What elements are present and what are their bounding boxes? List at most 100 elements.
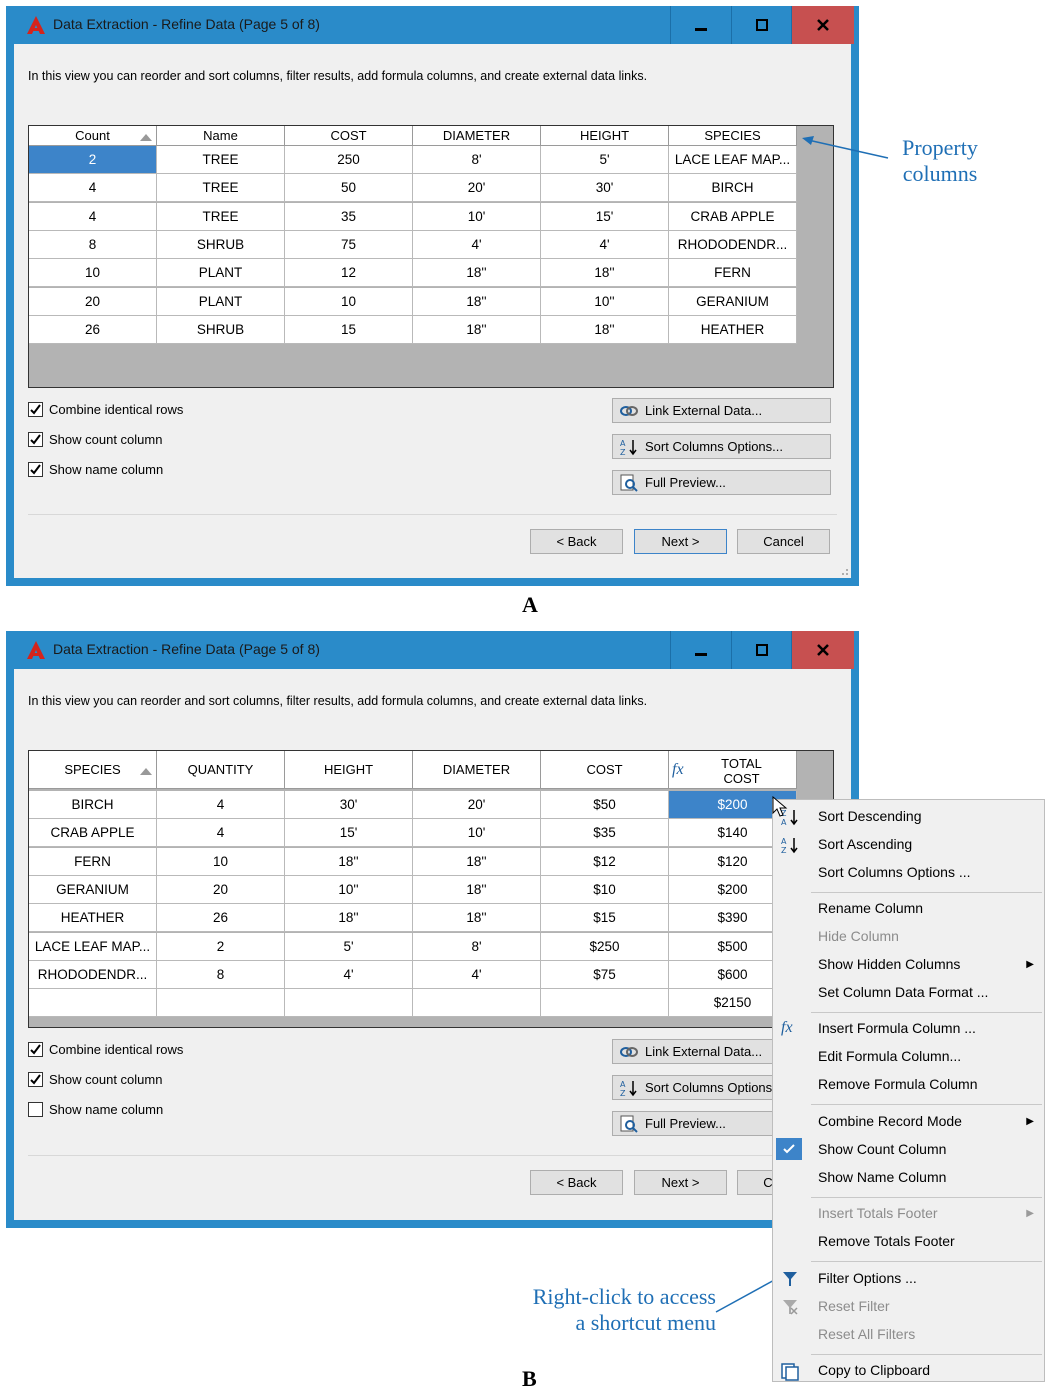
menu-item[interactable]: Rename Column (818, 900, 923, 916)
table-cell[interactable]: $10 (541, 875, 669, 904)
checkbox[interactable] (28, 432, 43, 447)
cancel-button[interactable]: Cancel (737, 529, 830, 554)
column-header[interactable]: HEIGHT (541, 126, 669, 146)
menu-item[interactable]: Remove Totals Footer (818, 1233, 955, 1249)
minimize-button[interactable] (670, 631, 731, 669)
checkbox[interactable] (28, 1072, 43, 1087)
menu-item[interactable]: Insert Totals Footer (818, 1205, 938, 1221)
table-cell[interactable]: 8 (29, 230, 157, 259)
checkbox-combine-rows[interactable]: Combine identical rows (28, 1042, 183, 1057)
table-cell[interactable]: BIRCH (29, 791, 157, 819)
table-cell[interactable]: RHODODENDR... (669, 230, 797, 259)
table-cell[interactable]: TREE (157, 174, 285, 203)
checkbox-show-name[interactable]: Show name column (28, 462, 163, 477)
table-cell[interactable]: 30' (541, 174, 669, 203)
table-cell[interactable]: LACE LEAF MAP... (29, 932, 157, 961)
table-cell[interactable]: 20 (29, 287, 157, 316)
back-button[interactable]: < Back (530, 1170, 623, 1195)
table-cell[interactable]: 75 (285, 230, 413, 259)
table-cell[interactable]: 18'' (285, 904, 413, 933)
menu-item[interactable]: Show Hidden Columns (818, 956, 960, 972)
table-cell[interactable]: 250 (285, 146, 413, 174)
table-cell[interactable]: 10' (413, 202, 541, 231)
table-cell[interactable]: RHODODENDR... (29, 960, 157, 989)
table-cell[interactable]: 10'' (541, 287, 669, 316)
column-header[interactable]: DIAMETER (413, 751, 541, 789)
menu-item[interactable]: Combine Record Mode (818, 1113, 962, 1129)
table-cell[interactable]: 4' (541, 230, 669, 259)
checkbox-show-name[interactable]: Show name column (28, 1102, 163, 1117)
table-cell[interactable] (285, 989, 413, 1018)
column-header[interactable]: DIAMETER (413, 126, 541, 146)
table-cell[interactable]: 4 (157, 791, 285, 819)
table-cell[interactable]: 18'' (413, 904, 541, 933)
table-cell[interactable]: 18'' (413, 259, 541, 288)
table-cell[interactable]: 30' (285, 791, 413, 819)
back-button[interactable]: < Back (530, 529, 623, 554)
data-grid[interactable]: SPECIES QUANTITY HEIGHT DIAMETER COST fx TOTAL… (28, 750, 834, 1028)
table-cell[interactable]: TREE (157, 146, 285, 174)
menu-item[interactable]: Set Column Data Format ... (818, 984, 988, 1000)
checkbox[interactable] (28, 462, 43, 477)
column-header[interactable]: fx TOTAL COST (669, 751, 797, 789)
table-cell[interactable]: 10 (29, 259, 157, 288)
table-cell[interactable]: 18'' (413, 875, 541, 904)
checkbox[interactable] (28, 1042, 43, 1057)
maximize-button[interactable] (731, 6, 792, 44)
table-cell[interactable]: 35 (285, 202, 413, 231)
column-header[interactable]: COST (541, 751, 669, 789)
table-cell[interactable]: 8' (413, 146, 541, 174)
table-cell[interactable]: 8 (157, 960, 285, 989)
table-cell[interactable]: 15' (541, 202, 669, 231)
table-cell[interactable]: 20' (413, 174, 541, 203)
table-cell[interactable]: 50 (285, 174, 413, 203)
table-cell[interactable]: 18'' (413, 847, 541, 876)
menu-item[interactable]: Sort Descending (818, 808, 922, 824)
checkbox[interactable] (28, 1102, 43, 1117)
table-cell[interactable]: 2 (29, 146, 157, 174)
table-cell[interactable] (29, 989, 157, 1018)
table-cell[interactable] (413, 989, 541, 1018)
table-cell[interactable]: 18'' (413, 315, 541, 344)
menu-item[interactable]: Sort Ascending (818, 836, 912, 852)
menu-item[interactable]: Show Count Column (818, 1141, 946, 1157)
link-external-data-button[interactable]: Link External Data... (612, 398, 831, 423)
table-cell[interactable]: $35 (541, 819, 669, 848)
table-cell[interactable] (541, 989, 669, 1018)
maximize-button[interactable] (731, 631, 792, 669)
table-cell[interactable]: 8' (413, 932, 541, 961)
title-bar[interactable]: Data Extraction - Refine Data (Page 5 of… (6, 6, 859, 44)
table-cell[interactable]: 10' (413, 819, 541, 848)
table-cell[interactable]: 10'' (285, 875, 413, 904)
table-cell[interactable]: 4 (157, 819, 285, 848)
table-cell[interactable] (157, 989, 285, 1018)
table-cell[interactable]: $12 (541, 847, 669, 876)
close-button[interactable] (791, 6, 854, 44)
context-menu[interactable]: ZA AZ fx Sort Descending Sort Ascending So… (772, 799, 1045, 1382)
table-cell[interactable]: 20' (413, 791, 541, 819)
table-cell[interactable]: GERANIUM (29, 875, 157, 904)
table-cell[interactable]: FERN (29, 847, 157, 876)
table-cell[interactable]: 15' (285, 819, 413, 848)
menu-item[interactable]: Reset Filter (818, 1298, 890, 1314)
table-cell[interactable]: SHRUB (157, 315, 285, 344)
table-cell[interactable]: 10 (157, 847, 285, 876)
table-cell[interactable]: $15 (541, 904, 669, 933)
column-header[interactable]: Name (157, 126, 285, 146)
checkbox[interactable] (28, 402, 43, 417)
checkbox-combine-rows[interactable]: Combine identical rows (28, 402, 183, 417)
title-bar[interactable]: Data Extraction - Refine Data (Page 5 of… (6, 631, 859, 669)
table-cell[interactable]: 20 (157, 875, 285, 904)
table-cell[interactable]: 5' (285, 932, 413, 961)
table-cell[interactable]: $50 (541, 791, 669, 819)
next-button[interactable]: Next > (634, 1170, 727, 1195)
table-cell[interactable]: 2 (157, 932, 285, 961)
menu-item[interactable]: Edit Formula Column... (818, 1048, 961, 1064)
table-cell[interactable]: $75 (541, 960, 669, 989)
column-header[interactable]: COST (285, 126, 413, 146)
table-cell[interactable]: 18'' (541, 259, 669, 288)
resize-grip-icon[interactable] (839, 566, 849, 576)
menu-item[interactable]: Insert Formula Column ... (818, 1020, 976, 1036)
menu-item[interactable]: Show Name Column (818, 1169, 946, 1185)
table-cell[interactable]: 10 (285, 287, 413, 316)
